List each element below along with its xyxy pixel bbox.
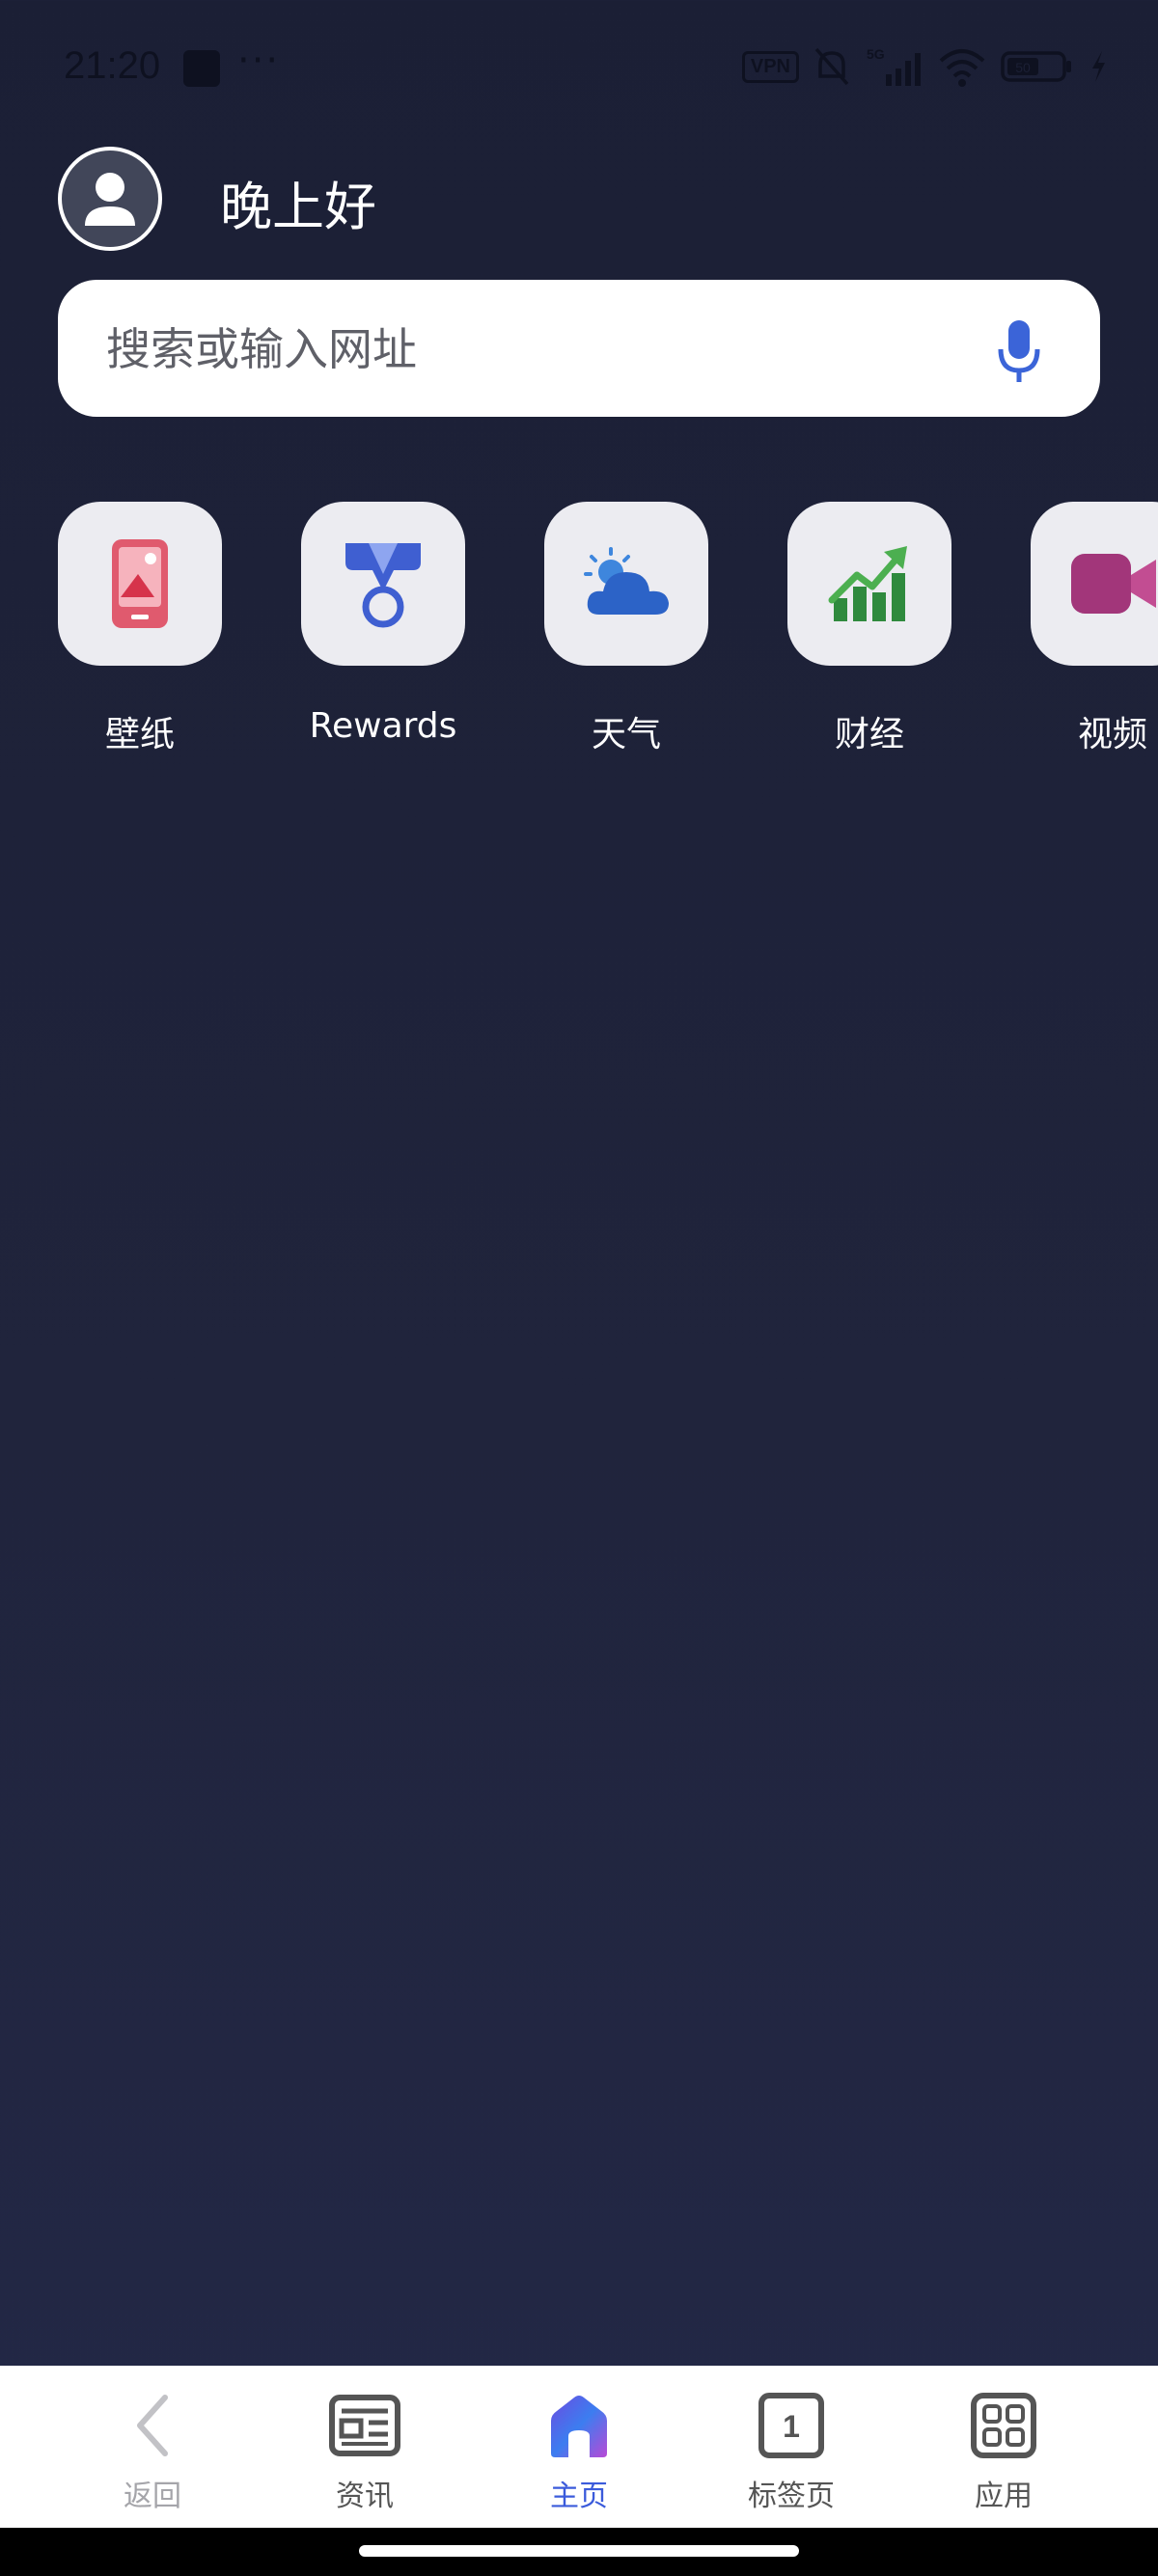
- charging-icon: [1092, 51, 1105, 82]
- nav-label: 标签页: [748, 2480, 835, 2513]
- nav-label: 主页: [550, 2480, 608, 2513]
- tab-count: 1: [783, 2409, 800, 2444]
- shortcut-video[interactable]: 视频: [1031, 502, 1158, 756]
- shortcut-label: 财经: [834, 715, 904, 754]
- rewards-medal-icon: [345, 543, 421, 628]
- shortcut-rewards[interactable]: Rewards: [301, 502, 465, 746]
- bottom-nav: 返回 资讯 主页 1 标签页 应用: [0, 2366, 1158, 2528]
- nav-news[interactable]: 资讯: [288, 2387, 442, 2514]
- search-input[interactable]: [104, 315, 957, 384]
- apps-grid-icon: [971, 2393, 1036, 2458]
- nav-apps[interactable]: 应用: [926, 2387, 1081, 2514]
- signal-icon: 5G: [867, 46, 921, 86]
- news-icon: [329, 2395, 400, 2456]
- nav-home[interactable]: 主页: [502, 2387, 656, 2514]
- tabs-icon: 1: [758, 2393, 824, 2458]
- shortcut-tile[interactable]: [544, 502, 708, 666]
- wallpaper-icon: [112, 539, 168, 628]
- nav-tabs[interactable]: 1 标签页: [714, 2387, 868, 2514]
- shortcut-weather[interactable]: 天气: [544, 502, 708, 756]
- search-bar[interactable]: [58, 280, 1100, 417]
- shortcut-finance[interactable]: 财经: [787, 502, 951, 756]
- shortcut-tile[interactable]: [1031, 502, 1158, 666]
- more-notifications-icon: ···: [237, 39, 281, 83]
- nav-label: 应用: [975, 2480, 1033, 2513]
- network-label: 5G: [867, 46, 885, 62]
- nav-label: 返回: [124, 2480, 181, 2513]
- shortcut-label: Rewards: [309, 706, 457, 746]
- greeting-text: 晚上好: [220, 177, 376, 237]
- home-icon: [551, 2396, 607, 2457]
- avatar[interactable]: [58, 147, 162, 251]
- shortcut-label: 壁纸: [104, 715, 175, 754]
- battery-icon: 50: [1001, 51, 1071, 82]
- back-arrow-icon: [137, 2395, 168, 2456]
- vpn-icon: VPN: [741, 50, 799, 83]
- status-bar: 21:20 ··· VPN 5G 50: [0, 0, 1158, 135]
- mute-bell-icon: [814, 47, 849, 86]
- home-indicator[interactable]: [359, 2545, 799, 2557]
- battery-level: 50: [1015, 60, 1031, 75]
- microphone-icon[interactable]: [990, 316, 1048, 386]
- user-profile-icon: [85, 173, 135, 226]
- shortcut-tile[interactable]: [58, 502, 222, 666]
- video-camera-icon: [1071, 554, 1156, 614]
- shortcut-wallpaper[interactable]: 壁纸: [58, 502, 222, 756]
- nav-back[interactable]: 返回: [75, 2387, 230, 2514]
- weather-icon: [584, 547, 669, 615]
- shortcut-label: 视频: [1077, 715, 1147, 754]
- notification-app-icon: [183, 50, 220, 87]
- nav-label: 资讯: [336, 2480, 394, 2513]
- status-time: 21:20: [64, 44, 161, 87]
- wifi-icon: [939, 49, 985, 87]
- finance-chart-icon: [828, 546, 907, 621]
- shortcut-label: 天气: [591, 715, 661, 754]
- shortcut-tile[interactable]: [301, 502, 465, 666]
- shortcut-tile[interactable]: [787, 502, 951, 666]
- status-icons: VPN 5G 50: [741, 42, 1108, 91]
